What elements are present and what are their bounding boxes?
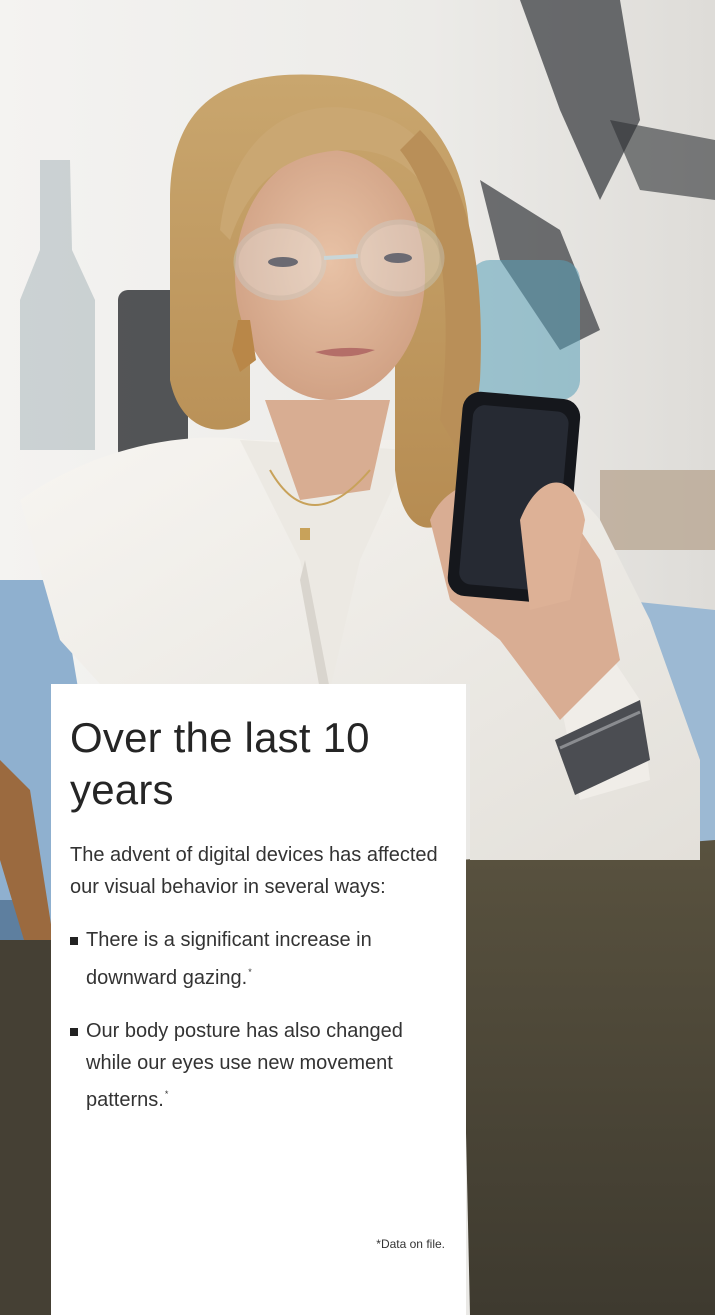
bullet-text: There is a significant increase in downw… [86, 929, 372, 989]
footnote: *Data on file. [376, 1237, 445, 1251]
square-bullet-icon [70, 1028, 78, 1036]
bullet-text: Our body posture has also changed while … [86, 1020, 403, 1111]
list-item: Our body posture has also changed while … [70, 1016, 444, 1117]
footnote-mark: * [164, 1089, 169, 1099]
page: Over the last 10 years The advent of dig… [0, 0, 715, 1315]
info-card: Over the last 10 years The advent of dig… [51, 684, 466, 1315]
square-bullet-icon [70, 937, 78, 945]
list-item: There is a significant increase in downw… [70, 925, 444, 994]
card-title: Over the last 10 years [70, 714, 370, 813]
footnote-mark: * [248, 966, 252, 977]
card-intro: The advent of digital devices has affect… [70, 844, 438, 898]
bullet-list: There is a significant increase in downw… [70, 925, 444, 1117]
